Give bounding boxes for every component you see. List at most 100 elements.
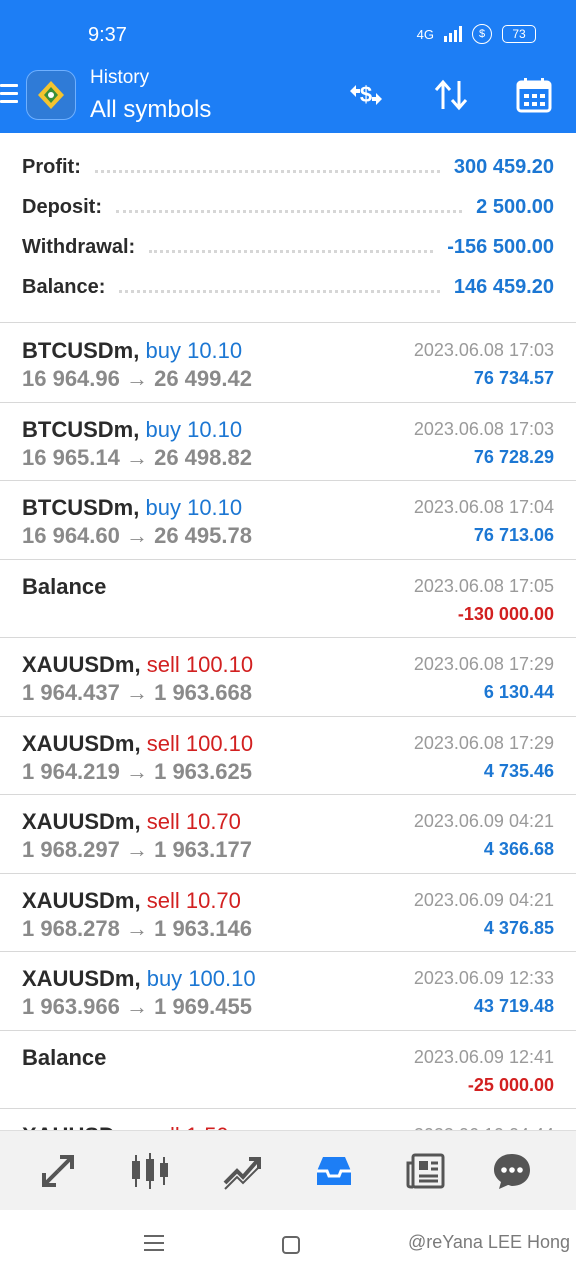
deal-profit: 6 130.44 — [483, 682, 554, 702]
deal-symbol: Balance — [22, 574, 106, 600]
deal-symbol-name: XAUUSDm, — [22, 966, 141, 991]
deal-direction: sell — [147, 1123, 180, 1130]
deal-symbol: BTCUSDm, buy 10.10 — [22, 338, 242, 364]
recent-apps-icon[interactable] — [144, 1235, 164, 1256]
history-icon[interactable] — [312, 1149, 356, 1193]
summary-balance-row: Balance: 146 459.20 — [22, 267, 554, 307]
deal-row[interactable]: Balance 2023.06.08 17:05 -130 000.00 — [0, 560, 576, 638]
header-title[interactable]: All symbols — [90, 96, 211, 124]
deal-row[interactable]: XAUUSDm, sell 100.10 1 964.219 → 1 963.62… — [0, 717, 576, 795]
deal-row[interactable]: XAUUSDm, sell 100.10 1 964.437 → 1 963.66… — [0, 638, 576, 717]
summary-label: Deposit: — [22, 195, 102, 218]
deal-direction: sell — [146, 652, 180, 677]
deal-row[interactable]: BTCUSDm, buy 10.10 16 964.96 → 26 499.42 2… — [0, 324, 576, 403]
deal-profit: -25 000.00 — [467, 1074, 554, 1095]
deal-symbol: XAUUSDm, sell 1.50 — [22, 1123, 229, 1130]
system-nav-bar: @reYana LEE Hong — [0, 1210, 576, 1280]
deal-row[interactable]: BTCUSDm, buy 10.10 16 965.14 → 26 498.82 2… — [0, 403, 576, 481]
deal-volume: 100.10 — [185, 652, 254, 677]
deal-list[interactable]: BTCUSDm, buy 10.10 16 964.96 → 26 499.42 2… — [0, 324, 576, 1130]
deal-time: 2023.06.08 17:05 — [413, 575, 554, 596]
home-icon[interactable] — [282, 1236, 300, 1254]
summary-profit-row: Profit: 300 459.20 — [22, 147, 554, 187]
deal-symbol-name: BTCUSDm, — [22, 416, 140, 442]
deal-prices: 1 963.966 → 1 969.455 — [22, 994, 252, 1019]
svg-text:$: $ — [360, 82, 372, 107]
summary-panel: Profit: 300 459.20 Deposit: 2 500.00 Wit… — [0, 133, 576, 323]
deal-row[interactable]: XAUUSDm, buy 100.10 1 963.966 → 1 969.455… — [0, 952, 576, 1031]
deal-symbol: BTCUSDm, buy 10.10 — [22, 495, 242, 521]
deal-symbol: BTCUSDm, buy 10.10 — [22, 417, 242, 443]
network-label: 4G — [416, 26, 434, 42]
deal-volume: 1.50 — [186, 1123, 229, 1130]
summary-value: 300 459.20 — [453, 155, 554, 178]
deal-volume: 10.70 — [185, 809, 241, 834]
deal-row[interactable]: Balance 2023.06.09 12:41 -25 000.00 — [0, 1031, 576, 1109]
calendar-icon[interactable] — [511, 72, 557, 118]
news-icon[interactable] — [404, 1149, 448, 1193]
deal-time: 2023.06.09 04:21 — [413, 889, 554, 910]
deal-symbol: XAUUSDm, sell 100.10 — [22, 652, 253, 678]
deal-prices: 16 965.14 → 26 498.82 — [22, 444, 252, 470]
deal-direction: sell — [146, 730, 180, 756]
deal-symbol: XAUUSDm, sell 100.10 — [22, 731, 253, 757]
deal-volume: 10.10 — [187, 495, 243, 520]
summary-value: -156 500.00 — [447, 235, 554, 258]
header-subtitle: History — [90, 67, 150, 88]
deal-time: 2023.06.08 17:03 — [413, 340, 554, 360]
deal-row[interactable]: XAUUSDm, sell 10.70 1 968.278 → 1 963.146… — [0, 874, 576, 952]
deal-volume: 10.10 — [187, 338, 243, 363]
deal-row[interactable]: XAUUSDm, sell 10.70 1 968.297 → 1 963.177… — [0, 795, 576, 874]
quotes-icon[interactable] — [36, 1149, 80, 1193]
deal-symbol-name: BTCUSDm, — [22, 495, 140, 520]
deposit-withdraw-icon[interactable]: $ — [343, 72, 389, 118]
deal-volume: 10.10 — [187, 416, 243, 442]
signal-icon — [444, 26, 462, 42]
deal-symbol: XAUUSDm, sell 10.70 — [22, 809, 241, 835]
deal-direction: sell — [146, 887, 180, 913]
top-bar: 9:37 4G $ 73 History All symbols $ — [0, 0, 576, 133]
trade-icon[interactable] — [220, 1149, 264, 1193]
app-logo-icon — [26, 70, 76, 120]
sort-icon[interactable] — [428, 72, 474, 118]
deal-row[interactable]: BTCUSDm, buy 10.10 16 964.60 → 26 495.78 2… — [0, 481, 576, 560]
battery-level: 73 — [512, 27, 526, 41]
deal-profit: 43 719.48 — [473, 996, 554, 1016]
battery-icon: 73 — [502, 25, 536, 43]
deal-symbol-name: Balance — [22, 573, 107, 599]
deal-symbol-name: XAUUSDm, — [22, 887, 141, 913]
deal-profit: 76 713.06 — [473, 525, 554, 545]
deal-time: 2023.06.09 04:21 — [413, 811, 554, 831]
deal-time: 2023.06.08 17:04 — [413, 497, 554, 517]
summary-value: 2 500.00 — [476, 195, 554, 218]
deal-time: 2023.06.08 17:29 — [413, 732, 554, 753]
deal-direction: sell — [146, 809, 180, 834]
summary-deposit-row: Deposit: 2 500.00 — [22, 187, 554, 227]
deal-profit: 76 734.57 — [473, 368, 554, 388]
chart-icon[interactable] — [128, 1149, 172, 1193]
deal-direction: buy — [146, 966, 183, 991]
deal-time: 2023.06.08 17:03 — [413, 418, 554, 439]
deal-profit: 4 366.68 — [483, 839, 554, 859]
deal-symbol: XAUUSDm, buy 100.10 — [22, 966, 256, 992]
menu-icon[interactable] — [0, 84, 18, 108]
deal-direction: buy — [145, 416, 181, 442]
deal-profit: 4 376.85 — [483, 917, 554, 938]
deal-prices: 1 964.219 → 1 963.625 — [22, 758, 252, 784]
deal-profit: 4 735.46 — [483, 760, 554, 781]
deal-row[interactable]: XAUUSDm, sell 1.502023.06.10 04:44 — [0, 1109, 576, 1130]
deal-symbol-name: XAUUSDm, — [22, 652, 141, 677]
deal-time: 2023.06.09 12:41 — [413, 1046, 554, 1067]
deal-volume: 100.10 — [185, 730, 254, 756]
status-time: 9:37 — [88, 24, 127, 46]
messages-icon[interactable] — [490, 1149, 534, 1193]
deal-volume: 10.70 — [185, 887, 241, 913]
deal-prices: 1 968.297 → 1 963.177 — [22, 837, 252, 862]
deal-symbol: Balance — [22, 1045, 106, 1071]
deal-prices: 16 964.96 → 26 499.42 — [22, 366, 252, 391]
deal-symbol-name: XAUUSDm, — [22, 1123, 141, 1130]
status-icons: 4G $ 73 — [417, 24, 536, 44]
deal-symbol-name: XAUUSDm, — [22, 809, 141, 834]
deal-prices: 1 968.278 → 1 963.146 — [22, 915, 252, 941]
deal-symbol-name: BTCUSDm, — [22, 338, 140, 363]
